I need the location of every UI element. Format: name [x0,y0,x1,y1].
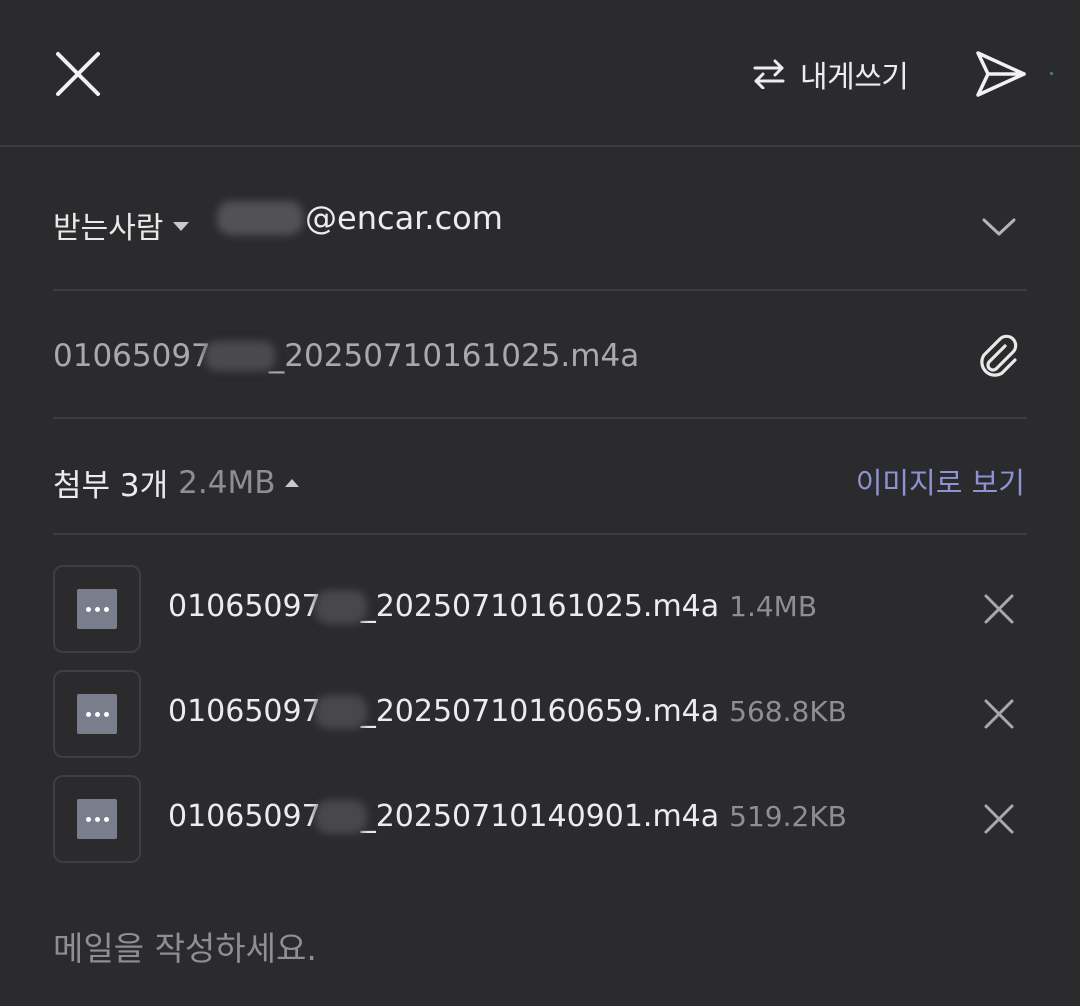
caret-up-icon [285,478,300,487]
file-size: 519.2KB [729,800,847,833]
file-name-prefix: 01065097 [168,694,321,729]
file-size: 1.4MB [729,590,818,623]
remove-attachment-button[interactable] [977,692,1021,736]
redacted-text [217,201,303,235]
attachment-item: 01065097 _20250710161025.m4a 1.4MB [53,565,1027,653]
subject-prefix: 01065097 [53,338,211,374]
send-to-self-label: 내게쓰기 [800,60,909,95]
attachments-toggle[interactable]: 첨부 3개 2.4MB [53,460,300,505]
recipient-row: 받는사람 @encar.com [53,185,1027,265]
subject-row: 01065097 _20250710161025.m4a [53,320,1027,394]
close-button[interactable] [48,44,108,104]
remove-attachment-button[interactable] [977,797,1021,841]
remove-attachment-button[interactable] [977,587,1021,631]
attachments-header: 첨부 3개 2.4MB 이미지로 보기 [53,450,1027,510]
redacted-text [204,341,275,371]
recipient-type-dropdown[interactable]: 받는사람 [53,203,190,247]
file-name[interactable]: 01065097 _20250710160659.m4a 568.8KB [168,694,847,729]
file-name-prefix: 01065097 [168,799,321,834]
status-dot [1050,72,1053,75]
expand-recipients-button[interactable] [979,207,1019,247]
file-name-suffix: _20250710161025.m4a [360,589,720,624]
redacted-text [314,694,367,729]
caret-down-icon [173,221,190,231]
file-name-suffix: _20250710140901.m4a [360,799,720,834]
file-thumbnail[interactable] [53,670,141,758]
subject-suffix: _20250710161025.m4a [268,338,640,374]
paperclip-icon [980,334,1018,377]
close-icon [984,594,1014,624]
close-icon [56,52,100,96]
redacted-text [314,589,367,624]
close-icon [984,699,1014,729]
attachment-item: 01065097 _20250710160659.m4a 568.8KB [53,670,1027,758]
file-name-suffix: _20250710160659.m4a [360,694,720,729]
redacted-text [314,799,367,834]
close-icon [984,804,1014,834]
divider [53,289,1027,291]
file-name[interactable]: 01065097 _20250710140901.m4a 519.2KB [168,799,847,834]
send-to-self-button[interactable]: 내게쓰기 [752,50,909,98]
compose-toolbar: 내게쓰기 [0,0,1080,147]
file-generic-icon [77,589,117,629]
divider [53,417,1027,419]
attach-file-button[interactable] [971,328,1027,384]
file-size: 568.8KB [729,695,847,728]
file-generic-icon [77,694,117,734]
attachment-item: 01065097 _20250710140901.m4a 519.2KB [53,775,1027,863]
attachments-count: 첨부 3개 [53,468,169,504]
recipient-email[interactable]: @encar.com [217,199,503,237]
swap-arrows-icon [753,59,785,89]
attachments-total-size: 2.4MB [178,464,276,501]
chevron-down-icon [982,218,1016,236]
file-thumbnail[interactable] [53,565,141,653]
divider [53,533,1027,535]
file-name-prefix: 01065097 [168,589,321,624]
file-thumbnail[interactable] [53,775,141,863]
file-generic-icon [77,799,117,839]
mail-body-input[interactable]: 메일을 작성하세요. [53,922,317,970]
view-as-images-link[interactable]: 이미지로 보기 [856,460,1025,502]
subject-field[interactable]: 01065097 _20250710161025.m4a [53,338,639,374]
send-icon [976,51,1026,97]
recipient-label: 받는사람 [53,211,164,246]
send-button[interactable] [966,42,1036,106]
recipient-email-domain: @encar.com [305,199,503,237]
file-name[interactable]: 01065097 _20250710161025.m4a 1.4MB [168,589,817,624]
